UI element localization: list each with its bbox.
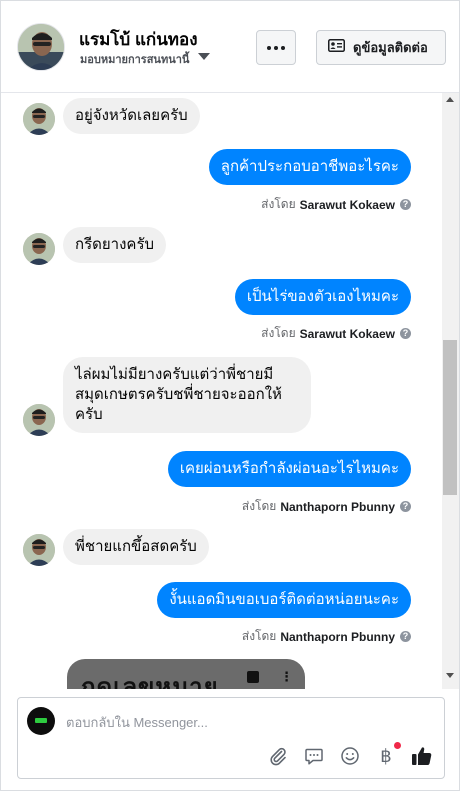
emoji-icon[interactable] [339, 745, 361, 767]
sent-prefix: ส่งโดย [241, 499, 277, 513]
baht-icon[interactable]: ฿ [375, 745, 397, 767]
sender-avatar [23, 233, 55, 265]
sent-by-label: ส่งโดย Nanthaporn Pbunny ? [242, 627, 411, 646]
outgoing-message: เป็นไร่ของตัวเองไหมคะ [234, 279, 411, 315]
scroll-up-icon[interactable] [446, 97, 454, 102]
notification-badge [394, 742, 401, 749]
sent-by-label: ส่งโดย Sarawut Kokaew ? [261, 324, 411, 343]
more-icon [267, 45, 271, 50]
incoming-message: พี่ชายแกขึ้อสดครับ [63, 529, 209, 565]
sent-by-name: Nanthaporn Pbunny [280, 499, 395, 514]
image-attachment[interactable]: กดเลขหมาย ⋮ [67, 659, 305, 689]
checkbox-icon [247, 671, 259, 683]
sent-by-name: Nanthaporn Pbunny [280, 629, 395, 644]
view-contact-label: ดูข้อมูลติดต่อ [353, 40, 428, 55]
incoming-message: กรีดยางครับ [63, 227, 167, 263]
conversation-header: แรมโบ้ แก่นทอง มอบหมายการสนทนานี้ ดูข้อม… [1, 1, 459, 93]
sent-prefix: ส่งโดย [261, 197, 296, 211]
like-icon[interactable] [411, 745, 433, 767]
view-contact-button[interactable]: ดูข้อมูลติดต่อ [316, 30, 446, 65]
comment-icon[interactable] [303, 745, 325, 767]
sender-avatar [23, 534, 55, 566]
more-icon[interactable]: ⋮ [280, 669, 293, 685]
sender-avatar [23, 404, 55, 436]
question-icon[interactable]: ? [400, 501, 411, 512]
messenger-panel: แรมโบ้ แก่นทอง มอบหมายการสนทนานี้ ดูข้อม… [0, 0, 460, 791]
sent-prefix: ส่งโดย [241, 629, 277, 643]
question-icon[interactable]: ? [400, 631, 411, 642]
page-avatar [27, 707, 55, 735]
contact-name[interactable]: แรมโบ้ แก่นทอง [79, 26, 198, 53]
image-text: กดเลขหมาย [81, 674, 219, 689]
scroll-down-icon[interactable] [446, 673, 454, 678]
chevron-down-icon[interactable] [198, 53, 210, 60]
outgoing-message: เคยผ่อนหรือกำลังผ่อนอะไรไหมคะ [167, 451, 411, 487]
reply-composer: ฿ [17, 697, 445, 779]
scrollbar-thumb[interactable] [443, 340, 457, 495]
question-icon[interactable]: ? [400, 199, 411, 210]
sender-avatar [23, 103, 55, 135]
sent-prefix: ส่งโดย [261, 326, 296, 340]
avatar[interactable] [17, 23, 65, 71]
reply-input[interactable] [66, 712, 426, 732]
sent-by-label: ส่งโดย Nanthaporn Pbunny ? [242, 497, 411, 516]
sent-by-name: Sarawut Kokaew [299, 197, 395, 212]
paperclip-icon[interactable] [267, 745, 289, 767]
outgoing-message: ลูกค้าประกอบอาชีพอะไรคะ [208, 149, 411, 185]
message-list: อยู่จังหวัดเลยครับ ลูกค้าประกอบอาชีพอะไร… [1, 93, 441, 689]
sent-by-label: ส่งโดย Sarawut Kokaew ? [261, 195, 411, 214]
outgoing-message: งั้นแอดมินขอเบอร์ติดต่อหน่อยนะคะ [157, 582, 411, 618]
sent-by-name: Sarawut Kokaew [299, 326, 395, 341]
incoming-message: ไล่ผมไม่มียางครับแต่ว่าพี่ชายมีสมุดเกษตร… [63, 357, 311, 433]
incoming-message: อยู่จังหวัดเลยครับ [63, 98, 200, 134]
contact-card-icon [328, 38, 345, 57]
assign-conversation-label[interactable]: มอบหมายการสนทนานี้ [80, 50, 189, 68]
more-options-button[interactable] [256, 30, 296, 65]
question-icon[interactable]: ? [400, 328, 411, 339]
